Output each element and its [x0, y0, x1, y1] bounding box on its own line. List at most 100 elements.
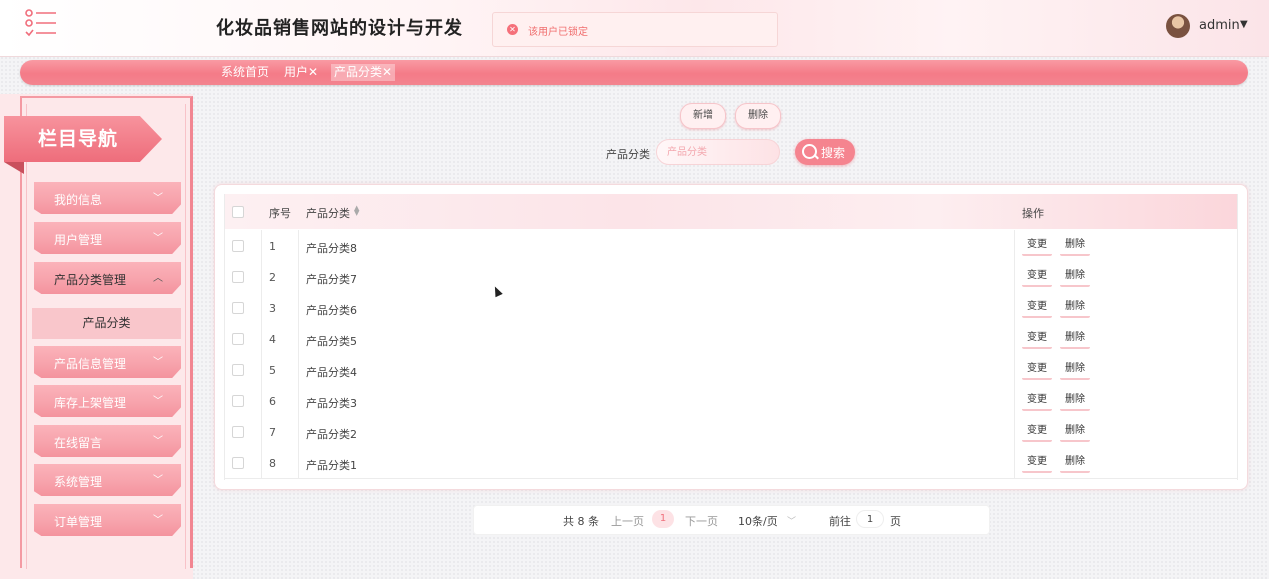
select-all-checkbox[interactable]	[232, 206, 244, 218]
table-border-right	[1237, 194, 1238, 480]
search-input[interactable]	[656, 139, 780, 165]
row-category-name: 产品分类2	[306, 428, 357, 441]
column-divider	[1014, 323, 1015, 354]
current-page-button[interactable]: 1	[652, 510, 674, 528]
column-divider	[1014, 230, 1015, 261]
edit-button[interactable]: 变更	[1022, 235, 1052, 256]
row-index: 7	[269, 426, 276, 439]
sidebar-item-order-management[interactable]: 订单管理 ﹀	[34, 504, 181, 536]
column-divider	[261, 416, 262, 447]
nav-banner-fold	[4, 162, 24, 174]
row-index: 6	[269, 395, 276, 408]
table-header: 序号 产品分类 操作	[224, 194, 1238, 229]
edit-button[interactable]: 变更	[1022, 452, 1052, 473]
chevron-down-icon: ﹀	[153, 233, 163, 244]
row-category-name: 产品分类3	[306, 397, 357, 410]
sidebar-item-inventory-management[interactable]: 库存上架管理 ﹀	[34, 385, 181, 417]
sidebar-item-online-messages[interactable]: 在线留言 ﹀	[34, 425, 181, 457]
prev-page-button[interactable]: 上一页	[611, 513, 644, 529]
tab-product-category[interactable]: 产品分类✕	[331, 64, 396, 81]
table-border-left	[224, 194, 225, 480]
column-divider	[298, 416, 299, 447]
column-header-category[interactable]: 产品分类	[306, 205, 350, 221]
delete-button[interactable]: 删除	[1060, 328, 1090, 349]
table-row: 3 产品分类6 变更 删除	[224, 292, 1238, 324]
delete-button[interactable]: 删除	[1060, 266, 1090, 287]
column-divider	[261, 323, 262, 354]
edit-button[interactable]: 变更	[1022, 297, 1052, 318]
next-page-button[interactable]: 下一页	[685, 513, 718, 529]
column-divider	[298, 385, 299, 416]
table-row: 8 产品分类1 变更 删除	[224, 447, 1238, 479]
row-index: 3	[269, 302, 276, 315]
delete-button[interactable]: 删除	[1060, 359, 1090, 380]
column-divider	[298, 292, 299, 323]
row-category-name: 产品分类7	[306, 273, 357, 286]
chevron-down-icon: ﹀	[153, 436, 163, 447]
pagination: 共 8 条 上一页 1 下一页 10条/页 ﹀ 前往 页	[473, 505, 990, 535]
row-category-name: 产品分类8	[306, 242, 357, 255]
delete-button[interactable]: 删除	[1060, 390, 1090, 411]
user-name[interactable]: admin	[1199, 18, 1240, 33]
row-index: 4	[269, 333, 276, 346]
chevron-up-icon: ︿	[153, 273, 163, 284]
edit-button[interactable]: 变更	[1022, 359, 1052, 380]
sidebar-item-product-category-management[interactable]: 产品分类管理 ︿	[34, 262, 181, 294]
row-index: 2	[269, 271, 276, 284]
column-header-index: 序号	[269, 207, 291, 220]
sidebar-item-my-info[interactable]: 我的信息 ﹀	[34, 182, 181, 214]
row-checkbox[interactable]	[232, 395, 244, 407]
sort-icon[interactable]: ▲ ▼	[354, 205, 359, 217]
row-checkbox[interactable]	[232, 426, 244, 438]
row-category-name: 产品分类4	[306, 366, 357, 379]
error-circle-icon: ✕	[507, 24, 518, 35]
table-row: 7 产品分类2 变更 删除	[224, 416, 1238, 448]
sidebar-subitem-product-category[interactable]: 产品分类	[32, 308, 181, 339]
tab-home[interactable]: 系统首页	[218, 64, 272, 81]
goto-prefix: 前往	[829, 515, 851, 528]
delete-button[interactable]: 删除	[1060, 297, 1090, 318]
batch-delete-button[interactable]: 删除	[735, 103, 781, 129]
row-checkbox[interactable]	[232, 302, 244, 314]
row-checkbox[interactable]	[232, 240, 244, 252]
sidebar-item-system-management[interactable]: 系统管理 ﹀	[34, 464, 181, 496]
chevron-down-icon: ﹀	[153, 515, 163, 526]
sidebar-item-user-management[interactable]: 用户管理 ﹀	[34, 222, 181, 254]
add-button[interactable]: 新增	[680, 103, 726, 129]
column-divider	[1014, 447, 1015, 478]
row-checkbox[interactable]	[232, 457, 244, 469]
goto-page-input[interactable]	[856, 510, 884, 528]
user-dropdown-caret-icon[interactable]: ▼	[1240, 19, 1248, 30]
tab-bar: 系统首页 用户✕ 产品分类✕	[20, 60, 1248, 85]
delete-button[interactable]: 删除	[1060, 235, 1090, 256]
column-divider	[261, 261, 262, 292]
menu-list-icon[interactable]	[24, 8, 58, 38]
sidebar-item-product-info-management[interactable]: 产品信息管理 ﹀	[34, 346, 181, 378]
row-checkbox[interactable]	[232, 271, 244, 283]
table-row: 4 产品分类5 变更 删除	[224, 323, 1238, 355]
pagination-total: 共 8 条	[563, 515, 599, 528]
search-button-label: 搜索	[821, 146, 846, 160]
page-size-select[interactable]: 10条/页	[738, 513, 778, 529]
search-button[interactable]: 搜索	[795, 139, 855, 165]
column-divider	[261, 447, 262, 478]
column-divider	[261, 354, 262, 385]
delete-button[interactable]: 删除	[1060, 452, 1090, 473]
avatar[interactable]	[1166, 14, 1190, 38]
chevron-down-icon[interactable]: ﹀	[787, 514, 796, 527]
column-divider	[1014, 292, 1015, 323]
edit-button[interactable]: 变更	[1022, 266, 1052, 287]
table-row: 2 产品分类7 变更 删除	[224, 261, 1238, 293]
sidebar-item-label: 系统管理	[54, 475, 103, 489]
delete-button[interactable]: 删除	[1060, 421, 1090, 442]
tab-users[interactable]: 用户✕	[281, 64, 321, 81]
column-divider	[1014, 261, 1015, 292]
edit-button[interactable]: 变更	[1022, 390, 1052, 411]
row-checkbox[interactable]	[232, 333, 244, 345]
row-category-name: 产品分类5	[306, 335, 357, 348]
nav-banner-title: 栏目导航	[38, 128, 119, 150]
row-checkbox[interactable]	[232, 364, 244, 376]
edit-button[interactable]: 变更	[1022, 421, 1052, 442]
edit-button[interactable]: 变更	[1022, 328, 1052, 349]
sidebar-item-label: 产品分类管理	[54, 273, 127, 287]
